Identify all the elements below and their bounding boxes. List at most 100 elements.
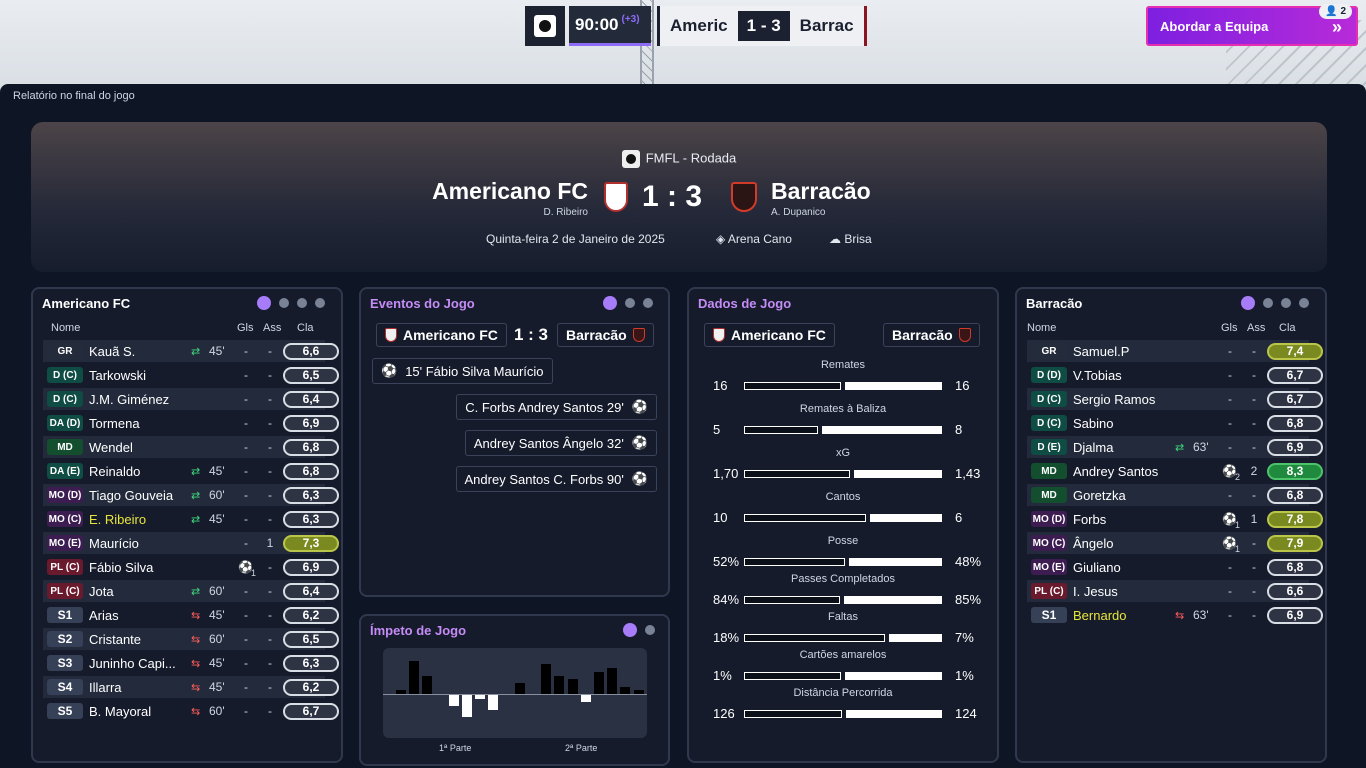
player-name[interactable]: Tarkowski	[89, 368, 146, 383]
col-assists[interactable]: Ass	[1247, 322, 1265, 334]
event-item[interactable]: C. Forbs Andrey Santos 29' ⚽	[456, 394, 657, 420]
rating-pill: 6,4	[283, 582, 339, 600]
player-name[interactable]: J.M. Giménez	[89, 392, 169, 407]
page-dot[interactable]	[625, 298, 635, 308]
player-name[interactable]: Bernardo	[1073, 608, 1126, 623]
player-row[interactable]: S3 Juninho Capi... ⇆ 45' - -6,3	[43, 652, 339, 674]
match-date: Quinta-feira 2 de Janeiro de 2025	[486, 232, 665, 246]
sub-in-icon: ⇄	[191, 465, 201, 478]
player-row[interactable]: PL (C) I. Jesus - -6,6	[1027, 580, 1323, 602]
stats-home-label: Americano FC	[731, 327, 826, 343]
player-row[interactable]: MO (D) Forbs ⚽ 1 1 7,8	[1027, 508, 1323, 530]
player-row[interactable]: D (C) J.M. Giménez - -6,4	[43, 388, 339, 410]
player-row[interactable]: MD Andrey Santos ⚽ 2 2 8,3	[1027, 460, 1323, 482]
player-name[interactable]: Illarra	[89, 680, 122, 695]
player-row[interactable]: S1 Bernardo ⇆ 63' - -6,9	[1027, 604, 1323, 626]
player-name[interactable]: Maurício	[89, 536, 139, 551]
player-row[interactable]: D (C) Tarkowski - -6,5	[43, 364, 339, 386]
event-item[interactable]: Andrey Santos Ângelo 32' ⚽	[464, 430, 657, 456]
col-assists[interactable]: Ass	[263, 322, 281, 334]
player-name[interactable]: B. Mayoral	[89, 704, 151, 719]
player-row[interactable]: D (E) Djalma ⇄ 63' - -6,9	[1027, 436, 1323, 458]
home-team-name[interactable]: Americano FC	[432, 178, 588, 205]
player-name[interactable]: I. Jesus	[1073, 584, 1118, 599]
player-name[interactable]: Goretzka	[1073, 488, 1126, 503]
final-score: 1 : 3	[642, 180, 703, 213]
player-row[interactable]: DA (E) Reinaldo ⇄ 45' - -6,8	[43, 460, 339, 482]
player-name[interactable]: Tiago Gouveia	[89, 488, 173, 503]
page-dot-active[interactable]	[623, 623, 637, 637]
player-row[interactable]: MO (C) Ângelo ⚽ 1-7,9	[1027, 532, 1323, 554]
player-name[interactable]: Cristante	[89, 632, 141, 647]
player-row[interactable]: DA (D) Tormena - -6,9	[43, 412, 339, 434]
player-name[interactable]: Samuel.P	[1073, 344, 1129, 359]
player-row[interactable]: MO (E) Maurício - 1 7,3	[43, 532, 339, 554]
player-name[interactable]: Djalma	[1073, 440, 1113, 455]
player-row[interactable]: GR Kauã S. ⇄ 45' - -6,6	[43, 340, 339, 362]
page-dot[interactable]	[1281, 298, 1291, 308]
event-item[interactable]: Andrey Santos C. Forbs 90' ⚽	[455, 466, 657, 492]
player-row[interactable]: MD Wendel - -6,8	[43, 436, 339, 458]
notification-badge: 👤 2	[1319, 4, 1352, 19]
page-dot[interactable]	[1263, 298, 1273, 308]
player-name[interactable]: Kauã S.	[89, 344, 135, 359]
home-lineup-title: Americano FC	[42, 296, 131, 311]
page-dot[interactable]	[645, 625, 655, 635]
page-dot-active[interactable]	[257, 296, 271, 310]
player-name[interactable]: Jota	[89, 584, 114, 599]
player-row[interactable]: MD Goretzka - -6,8	[1027, 484, 1323, 506]
player-row[interactable]: S5 B. Mayoral ⇆ 60' - -6,7	[43, 700, 339, 722]
page-dot[interactable]	[279, 298, 289, 308]
page-dot[interactable]	[643, 298, 653, 308]
away-team-name[interactable]: Barracão	[771, 178, 871, 205]
player-name[interactable]: Andrey Santos	[1073, 464, 1158, 479]
player-name[interactable]: Juninho Capi...	[89, 656, 176, 671]
player-row[interactable]: D (C) Sergio Ramos - -6,7	[1027, 388, 1323, 410]
player-row[interactable]: MO (E) Giuliano - -6,8	[1027, 556, 1323, 578]
player-name[interactable]: Fábio Silva	[89, 560, 153, 575]
col-name[interactable]: Nome	[51, 322, 80, 334]
player-row[interactable]: D (C) Sabino - -6,8	[1027, 412, 1323, 434]
player-row[interactable]: S2 Cristante ⇆ 60' - -6,5	[43, 628, 339, 650]
player-row[interactable]: MO (C) E. Ribeiro ⇄ 45' - -6,3	[43, 508, 339, 530]
player-name[interactable]: E. Ribeiro	[89, 512, 146, 527]
stat-away-value: 1,43	[955, 466, 981, 481]
player-row[interactable]: MO (D) Tiago Gouveia ⇄ 60' - -6,3	[43, 484, 339, 506]
col-rating[interactable]: Cla	[1279, 322, 1296, 334]
col-rating[interactable]: Cla	[297, 322, 314, 334]
player-row[interactable]: PL (C) Jota ⇄ 60' - -6,4	[43, 580, 339, 602]
player-name[interactable]: Wendel	[89, 440, 133, 455]
player-row[interactable]: PL (C) Fábio Silva ⚽ 1-6,9	[43, 556, 339, 578]
col-name[interactable]: Nome	[1027, 322, 1056, 334]
event-item[interactable]: ⚽ 15' Fábio Silva Maurício	[372, 358, 553, 384]
player-name[interactable]: V.Tobias	[1073, 368, 1122, 383]
page-dot[interactable]	[297, 298, 307, 308]
page-dots	[1241, 296, 1309, 310]
page-dot-active[interactable]	[1241, 296, 1255, 310]
player-name[interactable]: Reinaldo	[89, 464, 140, 479]
home-coach[interactable]: D. Ribeiro	[432, 207, 588, 218]
page-dot-active[interactable]	[603, 296, 617, 310]
col-goals[interactable]: Gls	[237, 322, 254, 334]
player-row[interactable]: S1 Arias ⇆ 45' - -6,2	[43, 604, 339, 626]
team-talk-button[interactable]: Abordar a Equipa » 👤 2	[1146, 4, 1358, 46]
col-goals[interactable]: Gls	[1221, 322, 1238, 334]
events-score: 1 : 3	[514, 325, 549, 344]
page-dot[interactable]	[315, 298, 325, 308]
player-name[interactable]: Forbs	[1073, 512, 1106, 527]
away-coach[interactable]: A. Dupanico	[771, 207, 871, 218]
player-name[interactable]: Arias	[89, 608, 119, 623]
stat-home-bar	[744, 596, 840, 604]
assists-value: -	[1252, 392, 1256, 406]
assists-value: -	[1252, 608, 1256, 622]
page-dot[interactable]	[1299, 298, 1309, 308]
player-row[interactable]: D (D) V.Tobias - -6,7	[1027, 364, 1323, 386]
events-card: Eventos do Jogo Americano FC 1 : 3 Barra…	[359, 287, 670, 597]
player-row[interactable]: GR Samuel.P - -7,4	[1027, 340, 1323, 362]
player-name[interactable]: Sergio Ramos	[1073, 392, 1155, 407]
player-name[interactable]: Ângelo	[1073, 536, 1113, 551]
player-name[interactable]: Tormena	[89, 416, 140, 431]
player-name[interactable]: Sabino	[1073, 416, 1113, 431]
player-name[interactable]: Giuliano	[1073, 560, 1121, 575]
player-row[interactable]: S4 Illarra ⇆ 45' - -6,2	[43, 676, 339, 698]
